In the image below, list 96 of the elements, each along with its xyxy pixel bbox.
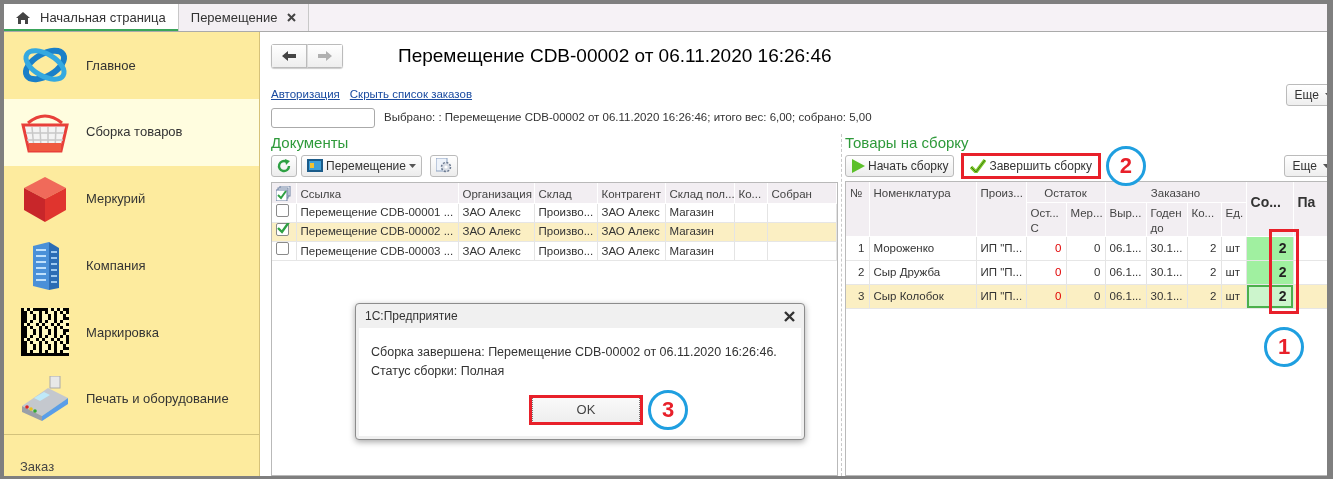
refresh-icon: [277, 158, 291, 173]
tab[interactable]: Начальная страница: [4, 4, 179, 31]
table-cell: 2: [1187, 236, 1221, 261]
arrow-left-icon: [282, 51, 296, 62]
datamatrix-icon: [21, 308, 69, 357]
sidebar-item[interactable]: Сборка товаров: [4, 98, 259, 166]
table-cell: Произво...: [534, 203, 597, 223]
table-cell: 30.1...: [1146, 236, 1187, 261]
dialog-message: Сборка завершена: Перемещение CDB-00002 от 06.11.2020 16:26:46.: [371, 344, 778, 361]
home-icon: [16, 11, 30, 24]
table-row[interactable]: 3 Сыр Колобок ИП "П... 0 0 06.1... 30.1... 2 шт 2: [846, 284, 1327, 309]
sidebar-item[interactable]: Главное: [4, 32, 259, 99]
table-cell: ЗАО Алекс: [458, 203, 534, 223]
cube-icon: [22, 174, 68, 223]
column-header[interactable]: Склад: [534, 182, 597, 204]
table-row[interactable]: 1 Мороженко ИП "П... 0 0 06.1... 30.1... 2 шт 2: [846, 236, 1327, 261]
table-cell: 2: [846, 260, 869, 285]
start-button[interactable]: Начать сборку: [845, 154, 955, 177]
table-cell: Перемещение CDB-00001 ...: [296, 203, 458, 223]
form-title: Перемещение CDB-00002 от 06.11.2020 16:26:46: [398, 44, 832, 68]
column-header[interactable]: №: [846, 181, 869, 237]
caret-icon: [1323, 163, 1327, 168]
selection-info: Выбрано: : Перемещение CDB-00002 от 06.11.2020 16:26:46; итого вес: 6,00; собрано: 5,00: [384, 109, 872, 125]
card-terminal-icon: [20, 376, 70, 423]
sidebar-footer-label[interactable]: Заказ: [20, 458, 55, 474]
column-header[interactable]: Ко...: [734, 182, 767, 204]
document-icon: [307, 159, 323, 172]
close-icon[interactable]: [784, 310, 795, 322]
table-cell: ЗАО Алекс: [597, 203, 665, 223]
finish-button[interactable]: Завершить сборку: [964, 154, 1098, 177]
column-header[interactable]: Ссылка: [296, 182, 458, 204]
table-row[interactable]: Перемещение CDB-00003 ... ЗАО Алекс Произво... ЗАО Алекс Магазин: [272, 241, 836, 261]
more-button[interactable]: Еще: [1283, 154, 1327, 177]
sidebar-item[interactable]: Меркурий: [4, 165, 259, 233]
sidebar-item[interactable]: Печать и оборудование: [4, 365, 259, 433]
sidebar-item[interactable]: Маркировка: [4, 299, 259, 366]
settings-icon: [436, 158, 452, 173]
sidebar-item[interactable]: Компания: [4, 232, 259, 299]
table-cell: ИП "П...: [976, 260, 1026, 285]
section-heading: Товары на сборку: [845, 133, 970, 152]
table-row[interactable]: Перемещение CDB-00002 ... ЗАО Алекс Произво... ЗАО Алекс Магазин: [272, 222, 836, 242]
column-header[interactable]: Заказано: [1105, 181, 1246, 203]
select-all-header[interactable]: [272, 182, 296, 204]
table-cell: 0: [1066, 236, 1105, 261]
column-header[interactable]: Остаток: [1026, 181, 1105, 203]
table-row[interactable]: Перемещение CDB-00001 ... ЗАО Алекс Произво... ЗАО Алекс Магазин: [272, 203, 836, 223]
caret-icon: [409, 163, 416, 168]
column-header[interactable]: Па: [1293, 181, 1327, 237]
dialog-title: 1С:Предприятие: [365, 308, 458, 325]
table-cell: 3: [846, 284, 869, 309]
table-cell: 06.1...: [1105, 236, 1146, 261]
play-icon: [851, 158, 865, 173]
table-cell: 2: [1187, 260, 1221, 285]
close-icon[interactable]: [287, 13, 297, 22]
table-cell: 0: [1066, 260, 1105, 285]
checklist-icon: [276, 185, 291, 201]
dialog-message: Статус сборки: Полная: [371, 362, 506, 380]
table-cell: шт: [1221, 236, 1246, 261]
arrow-right-icon: [318, 51, 332, 62]
table-cell: ИП "П...: [976, 236, 1026, 261]
column-header[interactable]: Организация: [458, 182, 534, 204]
table-cell: 0: [1026, 236, 1066, 261]
table-cell: Произво...: [534, 241, 597, 261]
link[interactable]: Авторизация: [271, 85, 340, 104]
column-header[interactable]: Контрагент: [597, 182, 665, 204]
table-cell: Магазин: [665, 241, 734, 261]
table-cell: 1: [846, 236, 869, 261]
document-type-dropdown[interactable]: Перемещение: [301, 154, 422, 177]
column-header[interactable]: Произ...: [976, 181, 1026, 237]
section-heading: Документы: [271, 133, 350, 152]
table-cell: ЗАО Алекс: [458, 241, 534, 261]
link[interactable]: Скрыть список заказов: [349, 85, 473, 104]
table-cell: шт: [1221, 260, 1246, 285]
back-button[interactable]: [271, 44, 307, 69]
table-row[interactable]: 2 Сыр Дружба ИП "П... 0 0 06.1... 30.1... 2 шт 2: [846, 260, 1327, 285]
column-header[interactable]: Номенклатура: [869, 181, 976, 237]
table-cell: Сыр Колобок: [869, 284, 976, 309]
ok-button[interactable]: OK: [532, 396, 640, 423]
table-cell: Сыр Дружба: [869, 260, 976, 285]
table-cell: Перемещение CDB-00003 ...: [296, 241, 458, 261]
table-cell: Магазин: [665, 203, 734, 223]
checkmark-icon: [970, 158, 987, 173]
column-header[interactable]: Собран: [767, 182, 836, 204]
refresh-button[interactable]: [271, 154, 297, 177]
table-cell: ЗАО Алекс: [597, 241, 665, 261]
table-cell: Мороженко: [869, 236, 976, 261]
checkbox[interactable]: [276, 223, 289, 237]
column-header[interactable]: Со...: [1246, 181, 1293, 237]
settings-button[interactable]: [430, 154, 458, 177]
table-cell: 0: [1026, 260, 1066, 285]
more-button[interactable]: Еще: [1285, 83, 1327, 106]
table-cell: 30.1...: [1146, 260, 1187, 285]
table-cell: 06.1...: [1105, 260, 1146, 285]
column-header[interactable]: Склад пол...: [665, 182, 734, 204]
input-field[interactable]: [271, 107, 375, 128]
checkbox[interactable]: [276, 242, 289, 255]
